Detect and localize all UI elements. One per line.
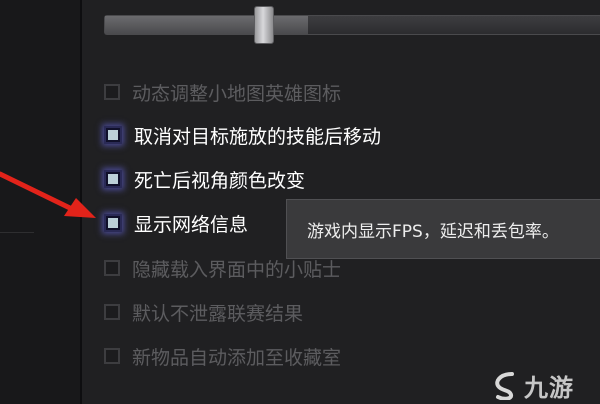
option-label: 死亡后视角颜色改变 (134, 169, 306, 192)
option-label: 默认不泄露联赛结果 (132, 302, 304, 325)
left-divider (0, 232, 34, 233)
watermark: 九游 (490, 368, 596, 402)
slider-track[interactable] (104, 15, 600, 35)
option-row[interactable]: 默认不泄露联赛结果 (104, 297, 303, 327)
checkbox-unchecked[interactable] (104, 260, 120, 276)
slider-fill (105, 16, 308, 34)
option-row[interactable]: 取消对目标施放的技能后移动 (104, 120, 381, 150)
red-arrow-annotation (0, 171, 96, 218)
checkbox-unchecked[interactable] (104, 304, 120, 320)
watermark-text: 九游 (524, 373, 574, 402)
option-row[interactable]: 新物品自动添加至收藏室 (104, 341, 341, 371)
checkbox-unchecked[interactable] (104, 84, 120, 100)
option-label: 动态调整小地图英雄图标 (132, 82, 342, 105)
arrow-shaft (0, 171, 77, 213)
option-label: 新物品自动添加至收藏室 (132, 346, 342, 369)
watermark-logo-icon (495, 372, 514, 400)
option-row[interactable]: 动态调整小地图英雄图标 (104, 77, 341, 107)
slider-thumb[interactable] (254, 6, 274, 44)
checkbox-checked[interactable] (104, 126, 122, 144)
option-row[interactable]: 显示网络信息 (104, 208, 248, 238)
option-label: 显示网络信息 (134, 213, 249, 236)
checkbox-unchecked[interactable] (104, 348, 120, 364)
option-label: 取消对目标施放的技能后移动 (134, 125, 382, 148)
option-row[interactable]: 死亡后视角颜色改变 (104, 164, 305, 194)
tooltip-text: 游戏内显示FPS，延迟和丢包率。 (307, 221, 559, 242)
tooltip: 游戏内显示FPS，延迟和丢包率。 (286, 199, 600, 259)
